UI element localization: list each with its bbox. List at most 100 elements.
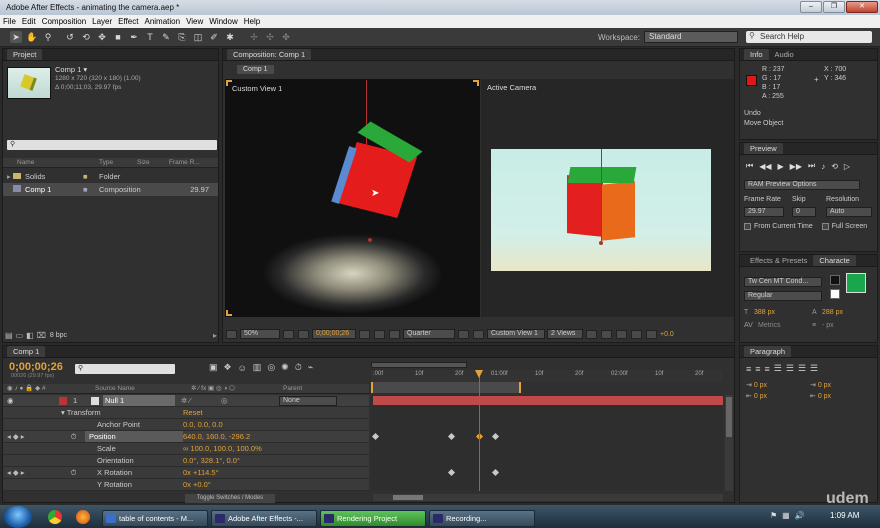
last-frame-icon[interactable]: ⏭: [808, 161, 815, 171]
time-ruler[interactable]: :00f 10f 20f 01:00f 10f 20f 02:00f 10f 2…: [371, 370, 723, 382]
roto-brush-tool-icon[interactable]: ✐: [208, 31, 220, 43]
minimize-button[interactable]: –: [800, 1, 822, 13]
keyframe[interactable]: [491, 432, 500, 441]
keyframe-area[interactable]: [371, 395, 723, 491]
new-folder-icon[interactable]: ▭: [16, 331, 24, 340]
frame-rate-select[interactable]: 29.97: [744, 207, 784, 217]
menu-layer[interactable]: Layer: [92, 17, 112, 26]
firefox-icon[interactable]: [76, 509, 90, 524]
leading-value[interactable]: 288 px: [822, 309, 843, 316]
orientation-value[interactable]: 0.0°, 328.1°, 0.0°: [183, 455, 240, 466]
clone-stamp-tool-icon[interactable]: ⎘: [176, 31, 188, 43]
bit-depth[interactable]: 8 bpc: [50, 332, 67, 339]
tab-timeline[interactable]: Comp 1: [7, 346, 46, 357]
work-area-bar[interactable]: [371, 382, 521, 393]
kerning-value[interactable]: Metrics: [758, 322, 781, 329]
tab-info[interactable]: Info: [744, 49, 769, 60]
col-type[interactable]: Type: [83, 158, 137, 167]
stroke-width-value[interactable]: - px: [822, 322, 834, 329]
interpret-footage-icon[interactable]: ▤: [5, 331, 13, 340]
current-time[interactable]: 0;00;00;26: [9, 361, 63, 373]
timeline-vertical-scrollbar[interactable]: [725, 395, 733, 491]
tab-composition[interactable]: Composition: Comp 1: [227, 49, 312, 60]
comp-name[interactable]: Comp 1 ▾: [55, 65, 87, 74]
menu-composition[interactable]: Composition: [42, 17, 86, 26]
tray-network-icon[interactable]: ▦: [782, 511, 790, 520]
toggle-switches-modes[interactable]: Toggle Switches / Modes: [185, 494, 275, 503]
tab-character[interactable]: Characte: [813, 255, 856, 266]
tray-flag-icon[interactable]: ⚑: [770, 511, 777, 520]
white-swatch[interactable]: [830, 289, 840, 299]
mute-audio-icon[interactable]: ♪: [821, 162, 825, 171]
preview-mode-select[interactable]: RAM Preview Options: [744, 180, 860, 190]
previous-frame-icon[interactable]: ◀◀: [759, 162, 771, 171]
brainstorm-icon[interactable]: ✺: [281, 362, 289, 373]
position-value[interactable]: 640.0, 160.0, -296.2: [183, 431, 250, 442]
stroke-color-swatch[interactable]: [830, 275, 840, 285]
align-right-icon[interactable]: ≡: [765, 364, 770, 374]
selection-tool-icon[interactable]: ➤: [10, 31, 22, 43]
menu-effect[interactable]: Effect: [118, 17, 138, 26]
comp-subtab[interactable]: Comp 1: [237, 65, 274, 74]
property-row[interactable]: ▾ Transform Reset: [3, 407, 369, 419]
exposure-reset-icon[interactable]: [646, 329, 657, 339]
skip-select[interactable]: 0: [792, 207, 816, 217]
world-axis-icon[interactable]: ✣: [264, 31, 276, 43]
property-row[interactable]: ◂ ◆ ▸ ⏱ X Rotation 0x +114.5°: [3, 467, 369, 479]
flowchart-icon[interactable]: [631, 329, 642, 339]
color-channel-icon[interactable]: [389, 329, 400, 339]
trash-icon[interactable]: ⌧: [37, 331, 46, 340]
resolution-select[interactable]: Auto: [826, 207, 872, 217]
toggle-pixel-aspect-icon[interactable]: [586, 329, 597, 339]
snapshot-icon[interactable]: [359, 329, 370, 339]
justify-center-icon[interactable]: ☰: [786, 363, 794, 374]
y-rotation-value[interactable]: 0x +0.0°: [183, 479, 211, 490]
menu-edit[interactable]: Edit: [22, 17, 36, 26]
current-time-field[interactable]: 0;00;00;26: [312, 329, 356, 339]
timeline-search-input[interactable]: ⚲: [75, 364, 175, 374]
property-row[interactable]: Orientation 0.0°, 328.1°, 0.0°: [3, 455, 369, 467]
loop-icon[interactable]: ⟲: [831, 162, 838, 171]
work-area-navigator[interactable]: [371, 362, 467, 368]
scale-value[interactable]: ∞ 100.0, 100.0, 100.0%: [183, 443, 262, 454]
region-of-interest-icon[interactable]: [458, 329, 469, 339]
menu-view[interactable]: View: [186, 17, 203, 26]
exposure-value[interactable]: +0.0: [660, 331, 674, 338]
list-item[interactable]: ▸ Solids ■ Folder: [3, 170, 218, 183]
keyframe[interactable]: [371, 432, 380, 441]
menu-window[interactable]: Window: [209, 17, 237, 26]
align-left-icon[interactable]: ≡: [746, 364, 751, 374]
indent-right-value[interactable]: 0 px: [818, 382, 831, 389]
always-preview-icon[interactable]: [226, 329, 237, 339]
transform-reset[interactable]: Reset: [183, 407, 203, 418]
tab-project[interactable]: Project: [7, 49, 43, 60]
rotation-tool-icon[interactable]: ↺: [64, 31, 76, 43]
3d-view-select[interactable]: Custom View 1: [487, 329, 545, 339]
first-frame-icon[interactable]: ⏮: [746, 161, 753, 171]
next-frame-icon[interactable]: ▶▶: [790, 162, 802, 171]
tab-preview[interactable]: Preview: [744, 143, 783, 154]
chrome-icon[interactable]: [48, 509, 62, 524]
tab-effects-presets[interactable]: Effects & Presets: [744, 255, 813, 266]
motion-blur-icon[interactable]: ◎: [267, 362, 275, 373]
align-center-icon[interactable]: ≡: [755, 364, 760, 374]
justify-all-icon[interactable]: ☰: [810, 363, 818, 374]
table-row[interactable]: ◉ 1 Null 1 ✲ ⁄ ◎ None: [3, 395, 369, 407]
hide-shy-icon[interactable]: ☺: [238, 363, 247, 373]
current-time-indicator[interactable]: [479, 370, 480, 491]
text-tool-icon[interactable]: T: [144, 31, 156, 43]
property-row[interactable]: Anchor Point 0.0, 0.0, 0.0: [3, 419, 369, 431]
mask-visibility-icon[interactable]: [298, 329, 309, 339]
draft-3d-icon[interactable]: ❖: [224, 362, 232, 373]
justify-right-icon[interactable]: ☰: [798, 363, 806, 374]
taskbar-item-word[interactable]: table of contents - M...: [102, 509, 208, 527]
timeline-scrollbar[interactable]: [373, 494, 723, 501]
project-search-input[interactable]: ⚲: [7, 140, 217, 150]
eraser-tool-icon[interactable]: ◫: [192, 31, 204, 43]
indent-left-value[interactable]: 0 px: [754, 382, 767, 389]
layer-duration-bar[interactable]: [373, 396, 723, 405]
search-help-input[interactable]: Search Help: [746, 31, 872, 43]
tab-paragraph[interactable]: Paragraph: [744, 346, 792, 357]
workspace-select[interactable]: Standard: [644, 31, 738, 43]
show-channel-icon[interactable]: [374, 329, 385, 339]
